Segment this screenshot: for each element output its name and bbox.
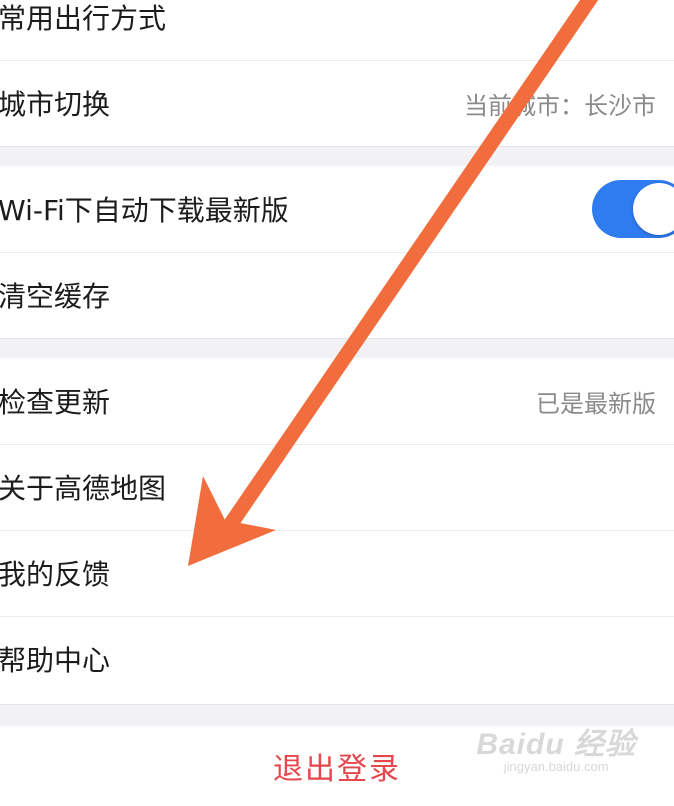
row-label: 帮助中心 [0,644,111,677]
section-edge [0,146,674,147]
update-status-value: 已是最新版 [536,389,656,418]
row-label: Wi-Fi下自动下载最新版 [0,194,289,227]
toggle-knob [633,183,674,235]
section-edge [0,338,674,339]
section-edge [0,704,674,705]
row-label: 城市切换 [0,88,111,121]
row-my-feedback[interactable]: 我的反馈 [0,530,674,616]
row-label: 检查更新 [0,386,111,419]
row-help-center[interactable]: 帮助中心 [0,616,674,702]
row-clear-cache[interactable]: 清空缓存 [0,252,674,338]
row-wifi-auto-download: Wi-Fi下自动下载最新版 [0,166,674,252]
wifi-auto-download-toggle[interactable] [592,180,674,238]
row-check-update[interactable]: 检查更新 已是最新版 [0,358,674,444]
row-common-travel-mode[interactable]: 常用出行方式 [0,0,674,60]
logout-label: 退出登录 [273,752,401,787]
row-city-switch[interactable]: 城市切换 当前城市：长沙市 [0,60,674,146]
settings-group-1: 常用出行方式 城市切换 当前城市：长沙市 [0,0,674,146]
row-label: 我的反馈 [0,558,111,591]
row-label: 常用出行方式 [0,2,167,35]
watermark-brand: Baidu 经验 [476,728,636,761]
settings-group-2: Wi-Fi下自动下载最新版 清空缓存 [0,166,674,338]
row-label: 清空缓存 [0,280,111,313]
baidu-watermark: Baidu 经验 jingyan.baidu.com [476,719,636,774]
current-city-value: 当前城市：长沙市 [464,91,656,120]
row-label: 关于高德地图 [0,472,167,505]
row-about-amap[interactable]: 关于高德地图 [0,444,674,530]
settings-group-3: 检查更新 已是最新版 关于高德地图 我的反馈 帮助中心 [0,358,674,704]
